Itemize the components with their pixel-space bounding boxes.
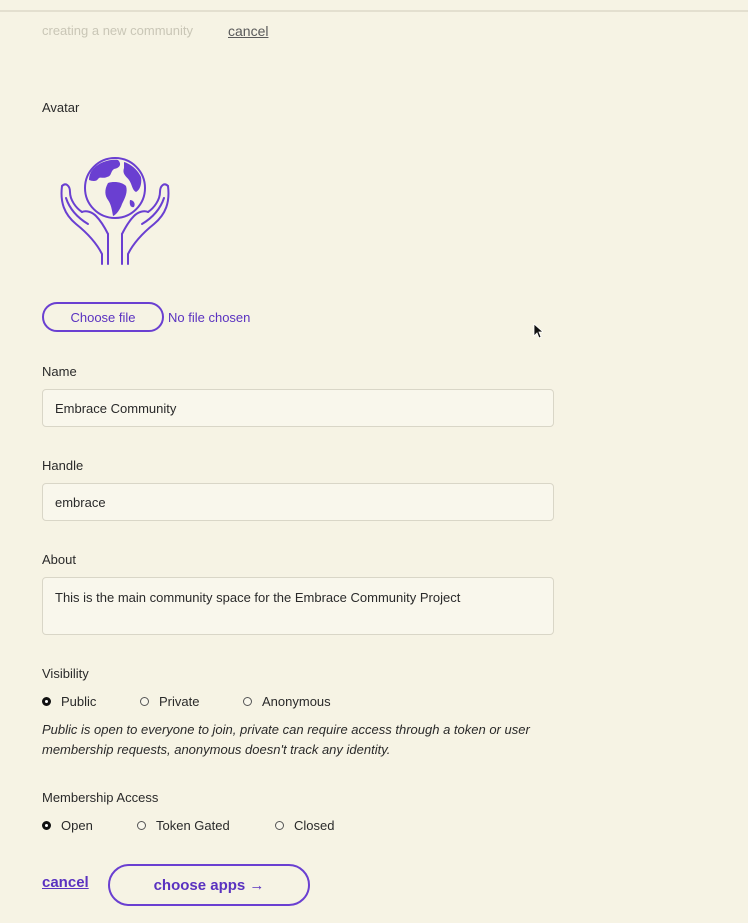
radio-button[interactable]	[140, 696, 149, 706]
radio-button[interactable]	[137, 820, 146, 830]
top-divider	[0, 10, 748, 12]
top-cancel-link[interactable]: cancel	[228, 23, 268, 39]
mouse-cursor-icon	[533, 323, 543, 339]
visibility-help-text: Public is open to everyone to join, priv…	[42, 722, 530, 757]
visibility-label: Visibility	[42, 666, 89, 681]
radio-button[interactable]	[243, 696, 252, 706]
membership-option-label: Open	[61, 817, 93, 833]
choose-file-button[interactable]: Choose file	[42, 302, 164, 332]
globe-in-hands-icon	[60, 157, 170, 265]
membership-option-token-gated[interactable]: Token Gated	[137, 818, 275, 833]
radio-button[interactable]	[275, 820, 284, 830]
handle-label: Handle	[42, 458, 84, 473]
no-file-chosen-text: No file chosen	[168, 310, 251, 325]
name-label: Name	[42, 364, 77, 379]
bottom-cancel-link[interactable]: cancel	[42, 874, 89, 891]
visibility-options: Public Private Anonymous	[42, 692, 331, 710]
about-textarea[interactable]: This is the main community space for the…	[42, 577, 554, 635]
visibility-option-public[interactable]: Public	[42, 694, 140, 709]
membership-option-open[interactable]: Open	[42, 818, 137, 833]
avatar-label: Avatar	[42, 100, 80, 115]
membership-option-label: Token Gated	[156, 817, 230, 833]
radio-button-checked[interactable]	[42, 696, 51, 706]
membership-option-label: Closed	[294, 817, 335, 833]
visibility-option-label: Anonymous	[262, 693, 331, 709]
creating-status-text: creating a new community	[42, 23, 194, 38]
membership-option-closed[interactable]: Closed	[275, 818, 334, 833]
visibility-option-private[interactable]: Private	[140, 694, 243, 709]
name-input[interactable]	[42, 389, 554, 427]
visibility-option-label: Private	[159, 693, 200, 709]
radio-button-checked[interactable]	[42, 820, 51, 830]
membership-options: Open Token Gated Closed	[42, 816, 334, 834]
membership-access-label: Membership Access	[42, 790, 159, 805]
handle-input[interactable]	[42, 483, 554, 521]
visibility-option-anonymous[interactable]: Anonymous	[243, 694, 331, 709]
visibility-option-label: Public	[61, 693, 97, 709]
choose-apps-button[interactable]: choose apps →	[108, 864, 310, 906]
about-label: About	[42, 552, 76, 567]
